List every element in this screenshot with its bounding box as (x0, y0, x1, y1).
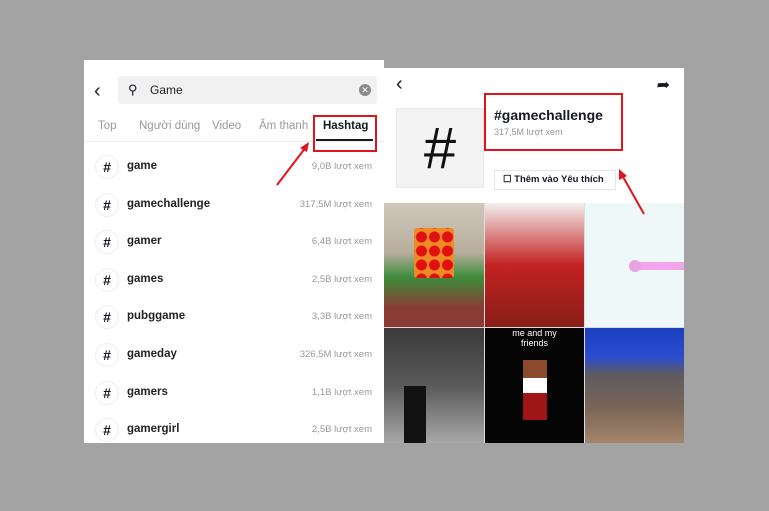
hashtag-result-row[interactable]: # gamergirl 2,5B lượt xem (84, 412, 384, 443)
hashtag-views: 6,4B lượt xem (311, 236, 372, 248)
hashtag-views: 1,1B lượt xem (311, 386, 372, 398)
hashtag-views: 3,3B lượt xem (311, 311, 372, 323)
hashtag-views: 2,5B lượt xem (311, 273, 372, 285)
search-panel: ‹ ⚲ Game ✕ Top Người dùng Video Âm thanh… (84, 68, 384, 443)
hashtag-icon: # (95, 192, 119, 217)
status-bar (84, 60, 384, 68)
hashtag-views: 2,5B lượt xem (311, 424, 372, 436)
hashtag-icon: # (95, 418, 119, 443)
video-thumbnail[interactable] (585, 328, 684, 443)
add-favorite-button[interactable]: ☐ Thêm vào Yêu thích (494, 170, 616, 190)
video-thumbnail[interactable] (585, 203, 684, 327)
video-thumbnail[interactable] (384, 203, 484, 327)
hashtag-views: 317,5M lượt xem (494, 127, 563, 137)
hashtag-title: #gamechallenge (494, 107, 603, 123)
back-icon[interactable]: ‹ (94, 81, 101, 101)
hashtag-icon: # (95, 155, 119, 179)
search-input[interactable]: ⚲ Game ✕ (118, 76, 377, 104)
hashtag-result-row[interactable]: # game 9,0B lượt xem (84, 149, 384, 185)
tab-top[interactable]: Top (98, 120, 117, 132)
hashtag-icon: # (95, 305, 119, 330)
hashtag-result-row[interactable]: # gamer 6,4B lượt xem (84, 224, 384, 260)
back-icon[interactable]: ‹ (396, 74, 403, 94)
tab-video[interactable]: Video (212, 120, 241, 132)
hashtag-icon: # (95, 230, 119, 255)
video-thumbnail[interactable] (384, 328, 484, 443)
hashtag-name: games (127, 272, 164, 285)
hashtag-views: 326,5M lượt xem (299, 349, 372, 360)
hashtag-icon: # (95, 380, 119, 405)
tab-sounds[interactable]: Âm thanh (259, 120, 308, 132)
bookmark-icon: ☐ (503, 174, 512, 185)
share-icon[interactable]: ➦ (657, 75, 670, 95)
highlight-box (313, 115, 377, 152)
hashtag-image: # (396, 108, 484, 188)
tab-users[interactable]: Người dùng (139, 120, 200, 132)
hashtag-icon: # (95, 343, 119, 367)
video-caption: me and my friends (512, 328, 557, 348)
hashtag-result-row[interactable]: # pubggame 3,3B lượt xem (84, 299, 384, 335)
hashtag-name: pubggame (127, 310, 186, 323)
hashtag-result-row[interactable]: # gamechallenge 317,5M lượt xem (84, 187, 384, 223)
video-thumbnail[interactable]: me and my friends (485, 328, 584, 443)
hashtag-result-row[interactable]: # gamers 1,1B lượt xem (84, 375, 384, 411)
clear-icon[interactable]: ✕ (359, 84, 371, 96)
hashtag-detail-panel: ‹ ➦ # #gamechallenge 317,5M lượt xem ☐ T… (384, 68, 684, 443)
hashtag-result-row[interactable]: # gameday 326,5M lượt xem (84, 337, 384, 373)
hashtag-name: gamers (127, 385, 168, 398)
hashtag-name: gamer (127, 235, 162, 248)
hashtag-name: gameday (127, 348, 177, 360)
video-grid: me and my friends (384, 203, 684, 443)
hashtag-result-row[interactable]: # games 2,5B lượt xem (84, 262, 384, 298)
hashtag-views: 317,5M lượt xem (299, 198, 372, 210)
video-thumbnail[interactable] (485, 203, 584, 327)
hashtag-views: 9,0B lượt xem (311, 161, 372, 172)
hashtag-name: game (127, 160, 158, 172)
hashtag-name: gamergirl (127, 423, 180, 436)
hashtag-name: gamechallenge (127, 197, 211, 210)
hashtag-icon: # (95, 267, 119, 292)
add-favorite-label: Thêm vào Yêu thích (514, 174, 604, 185)
search-query[interactable]: Game (150, 83, 183, 97)
search-icon: ⚲ (128, 82, 138, 97)
